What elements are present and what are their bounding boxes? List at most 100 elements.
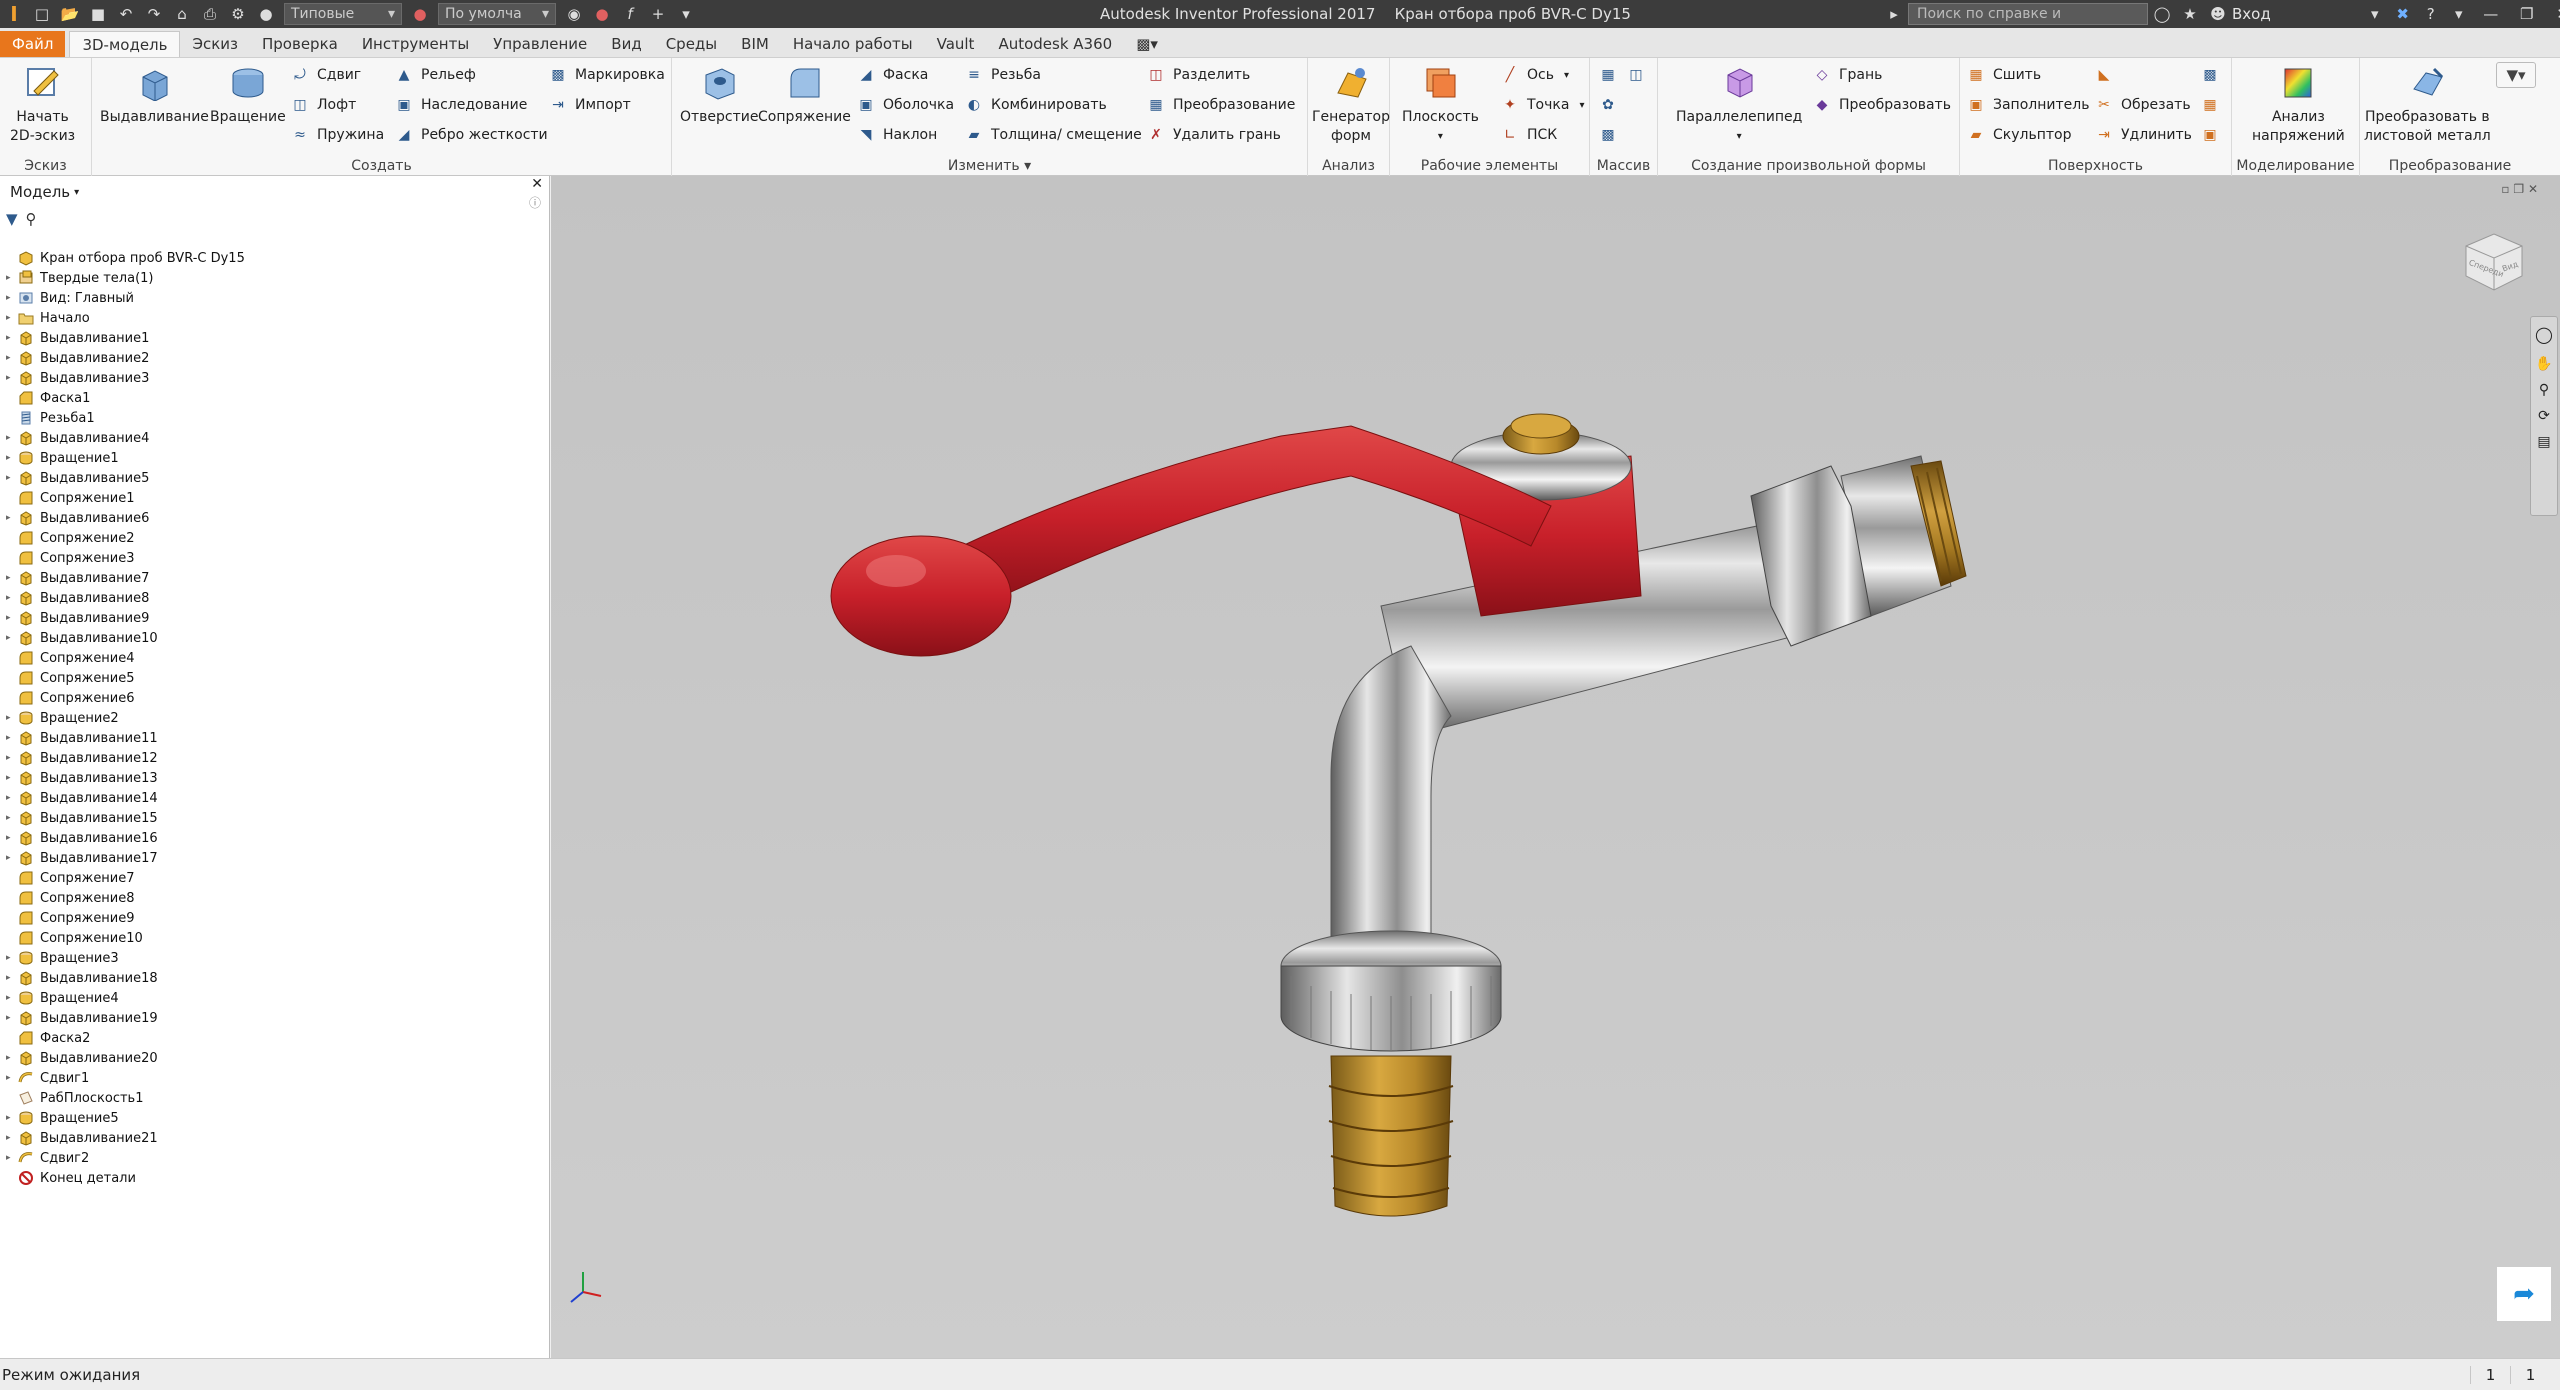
tree-item[interactable]: ▸ Вращение3	[0, 948, 550, 968]
expand-arrow-icon[interactable]: ▸	[6, 473, 18, 483]
fit-mesh-button[interactable]: ▣	[2200, 122, 2227, 148]
expand-arrow-icon[interactable]: ▸	[6, 753, 18, 763]
coil-button[interactable]: ≈ Пружина	[290, 122, 384, 148]
thicken-button[interactable]: ▰ Толщина/ смещение	[964, 122, 1142, 148]
freeform-convert-button[interactable]: ◆ Преобразовать	[1812, 92, 1951, 118]
tab-inspect[interactable]: Проверка	[250, 31, 350, 57]
expand-arrow-icon[interactable]: ▸	[6, 333, 18, 343]
tab-vault[interactable]: Vault	[925, 31, 987, 57]
expand-arrow-icon[interactable]: ▸	[6, 853, 18, 863]
expand-arrow-icon[interactable]: ▸	[6, 633, 18, 643]
maximize-button[interactable]: ❐	[2509, 0, 2545, 28]
star-icon[interactable]: ★	[2176, 2, 2204, 26]
tree-item[interactable]: Сопряжение7	[0, 868, 550, 888]
sign-in-link[interactable]: Вход	[2232, 5, 2271, 23]
tab-bim[interactable]: BIM	[729, 31, 781, 57]
expand-arrow-icon[interactable]: ▸	[6, 1153, 18, 1163]
tree-item[interactable]: Сопряжение5	[0, 668, 550, 688]
revolve-button[interactable]: Вращение	[210, 62, 286, 127]
tree-item[interactable]: ▸ Сдвиг2	[0, 1148, 550, 1168]
tab-autodesk-a360[interactable]: Autodesk A360	[986, 31, 1124, 57]
restore-icon[interactable]: ❐	[2513, 182, 2524, 196]
expand-arrow-icon[interactable]: ▸	[6, 1073, 18, 1083]
tree-item[interactable]: Фаска1	[0, 388, 550, 408]
axis-button[interactable]: ╱ Ось ▾	[1500, 62, 1569, 88]
tree-item[interactable]: ▸ Выдавливание10	[0, 628, 550, 648]
tree-item[interactable]: ▸ Выдавливание7	[0, 568, 550, 588]
tree-item[interactable]: ▸ Вращение4	[0, 988, 550, 1008]
tree-item[interactable]: Резьба1	[0, 408, 550, 428]
tab-sketch[interactable]: Эскиз	[180, 31, 250, 57]
tree-item[interactable]: ▸ Выдавливание18	[0, 968, 550, 988]
expand-arrow-icon[interactable]: ▸	[6, 733, 18, 743]
expand-arrow-icon[interactable]: ▸	[6, 273, 18, 283]
tree-item[interactable]: Сопряжение6	[0, 688, 550, 708]
expand-arrow-icon[interactable]: ▸	[6, 713, 18, 723]
expand-arrow-icon[interactable]: ▸	[6, 353, 18, 363]
tree-item[interactable]: ▸ Выдавливание2	[0, 348, 550, 368]
binoculars-icon[interactable]: ◯	[2148, 2, 2176, 26]
tree-item[interactable]: ▸ Выдавливание4	[0, 428, 550, 448]
direct-edit-button[interactable]: ▦ Преобразование	[1146, 92, 1295, 118]
help-icon[interactable]: ⓘ	[529, 194, 541, 211]
expand-arrow-icon[interactable]: ▸	[6, 513, 18, 523]
search-arrow-icon[interactable]: ▸	[1880, 2, 1908, 26]
expand-arrow-icon[interactable]: ▸	[6, 1053, 18, 1063]
open-icon[interactable]: 📂	[56, 2, 84, 26]
customize-icon[interactable]: ▾	[672, 2, 700, 26]
emboss-button[interactable]: ▲ Рельеф	[394, 62, 476, 88]
close-button[interactable]: ✕	[2545, 0, 2560, 28]
expand-arrow-icon[interactable]: ▸	[6, 373, 18, 383]
loft-button[interactable]: ◫ Лофт	[290, 92, 356, 118]
tree-item[interactable]: ▸ Выдавливание3	[0, 368, 550, 388]
fx-icon[interactable]: f	[616, 2, 644, 26]
expand-arrow-icon[interactable]: ▸	[6, 1113, 18, 1123]
patch-button[interactable]: ▣ Заполнитель	[1966, 92, 2089, 118]
viewcube[interactable]: Спереди Вид	[2458, 226, 2530, 298]
fillet-button[interactable]: Сопряжение	[758, 62, 851, 127]
help-icon[interactable]: ?	[2417, 2, 2445, 26]
appearance-combo[interactable]: Типовые ▾	[284, 3, 402, 25]
expand-arrow-icon[interactable]: ▸	[6, 593, 18, 603]
tree-item[interactable]: ▸ Твердые тела(1)	[0, 268, 550, 288]
tree-item[interactable]: ▸ Вращение1	[0, 448, 550, 468]
tree-item[interactable]: Конец детали	[0, 1168, 550, 1188]
pan-icon[interactable]: ✋	[2531, 351, 2557, 377]
tree-item[interactable]: Сопряжение10	[0, 928, 550, 948]
chevron-down-icon[interactable]: ▾	[74, 187, 79, 198]
tree-item[interactable]: Сопряжение3	[0, 548, 550, 568]
graphics-viewport[interactable]: Спереди Вид ▫ ❐ ✕ ◯ ✋ ⚲ ⟳ ▤ ➦	[551, 176, 2560, 1358]
tree-item[interactable]: ▸ Выдавливание1	[0, 328, 550, 348]
shell-button[interactable]: ▣ Оболочка	[856, 92, 954, 118]
extrude-button[interactable]: Выдавливание	[100, 62, 209, 127]
new-icon[interactable]: □	[28, 2, 56, 26]
repair-bodies-button[interactable]: ▦	[2200, 92, 2227, 118]
combine-button[interactable]: ◐ Комбинировать	[964, 92, 1107, 118]
orbit-icon[interactable]: ⟳	[2531, 403, 2557, 429]
hole-button[interactable]: Отверстие	[680, 62, 759, 127]
stitch-button[interactable]: ▦ Сшить	[1966, 62, 2041, 88]
freeform-face-button[interactable]: ◇ Грань	[1812, 62, 1883, 88]
tree-item[interactable]: ▸ Выдавливание13	[0, 768, 550, 788]
import-button[interactable]: ⇥ Импорт	[548, 92, 631, 118]
tree-item[interactable]: ▸ Выдавливание12	[0, 748, 550, 768]
expand-arrow-icon[interactable]: ▸	[6, 833, 18, 843]
replace-face-button[interactable]: ▩	[2200, 62, 2227, 88]
tree-item[interactable]: Сопряжение1	[0, 488, 550, 508]
trim-button[interactable]: ✂ Обрезать	[2094, 92, 2190, 118]
freeform-box-button[interactable]: Параллелепипед ▾	[1676, 62, 1802, 146]
material-icon[interactable]: ●	[252, 2, 280, 26]
tab-file[interactable]: Файл	[0, 31, 66, 57]
tree-item[interactable]: ▸ Выдавливание20	[0, 1048, 550, 1068]
tree-item[interactable]: ▸ Выдавливание8	[0, 588, 550, 608]
split-button[interactable]: ◫ Разделить	[1146, 62, 1250, 88]
tree-item[interactable]: Сопряжение9	[0, 908, 550, 928]
expand-arrow-icon[interactable]: ▸	[6, 573, 18, 583]
tree-item[interactable]: ▸ Сдвиг1	[0, 1068, 550, 1088]
tab-manage[interactable]: Управление	[481, 31, 599, 57]
zoom-icon[interactable]: ⚲	[2531, 377, 2557, 403]
sketch-pattern-button[interactable]: ▩	[1598, 122, 1625, 148]
circular-pattern-button[interactable]: ✿	[1598, 92, 1625, 118]
chevron-down-icon[interactable]: ▾	[2445, 2, 2473, 26]
expand-arrow-icon[interactable]: ▸	[6, 773, 18, 783]
